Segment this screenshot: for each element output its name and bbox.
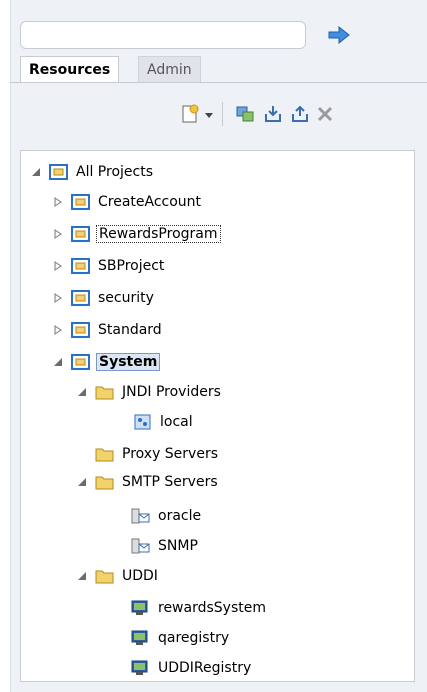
collapse-icon[interactable]: [77, 477, 87, 487]
expand-icon[interactable]: [53, 197, 63, 207]
toolbar-separator: [222, 102, 223, 126]
folder-icon: [95, 386, 114, 400]
tree-label: SBProject: [98, 258, 165, 274]
tree-label: SNMP: [158, 538, 198, 554]
project-tree: All Projects CreateAccount RewardsProgra…: [20, 150, 415, 682]
uddi-registry-icon: [131, 630, 148, 645]
new-icon[interactable]: [180, 104, 200, 124]
tree-node-project[interactable]: security: [53, 285, 156, 311]
folder-icon: [95, 570, 114, 584]
tree-label: CreateAccount: [98, 194, 202, 210]
expand-icon[interactable]: [53, 325, 63, 335]
tree-node-proxy-servers[interactable]: Proxy Servers: [95, 441, 220, 467]
toolbar: [10, 84, 427, 132]
project-folder-icon: [71, 354, 90, 370]
tree-label: local: [160, 414, 193, 430]
project-folder-icon: [71, 226, 90, 242]
tab-resources[interactable]: Resources: [20, 56, 120, 83]
tree-label: Proxy Servers: [122, 446, 219, 462]
delete-icon[interactable]: [315, 104, 335, 124]
tree-label: security: [98, 290, 154, 306]
tree-node-smtp-servers[interactable]: SMTP Servers: [77, 469, 220, 495]
tree-node-project[interactable]: Standard: [53, 317, 164, 343]
tab-admin[interactable]: Admin: [138, 56, 201, 83]
smtp-server-icon: [131, 538, 150, 554]
tree-node-jndi-providers[interactable]: JNDI Providers: [77, 379, 223, 405]
search-input[interactable]: [20, 21, 306, 49]
expand-icon[interactable]: [53, 229, 63, 239]
tree-label: System: [96, 353, 161, 371]
folder-icon: [95, 448, 114, 462]
tree-label: Standard: [98, 322, 162, 338]
refresh-icon[interactable]: [235, 104, 255, 124]
tree-node-uddi-registry[interactable]: qaregistry: [131, 625, 231, 651]
tree-label: SMTP Servers: [122, 474, 218, 490]
tree-node-snmp[interactable]: SNMP: [131, 533, 200, 559]
tree-label: RewardsProgram: [96, 225, 221, 243]
tree-node-project[interactable]: RewardsProgram: [53, 221, 221, 247]
collapse-icon[interactable]: [77, 571, 87, 581]
tree-node-project[interactable]: SBProject: [53, 253, 166, 279]
collapse-icon[interactable]: [77, 387, 87, 397]
export-icon[interactable]: [290, 104, 310, 124]
tree-node-oracle[interactable]: oracle: [131, 503, 203, 529]
tree-label: JNDI Providers: [122, 384, 221, 400]
tree-node-local[interactable]: local: [133, 409, 195, 435]
tree-node-project[interactable]: CreateAccount: [53, 189, 203, 215]
collapse-icon[interactable]: [31, 167, 41, 177]
tree-label: All Projects: [76, 164, 153, 180]
tree-node-system[interactable]: System: [53, 349, 161, 375]
expand-icon[interactable]: [53, 293, 63, 303]
tree-node-all-projects[interactable]: All Projects: [31, 159, 155, 185]
tree-node-uddi[interactable]: UDDI: [77, 563, 160, 589]
uddi-registry-icon: [131, 660, 148, 675]
tree-label: qaregistry: [158, 630, 230, 646]
tree-node-uddi-registry[interactable]: UDDIRegistry: [131, 655, 253, 681]
go-arrow-icon[interactable]: [327, 25, 351, 45]
project-folder-icon: [71, 290, 90, 306]
project-folder-icon: [49, 164, 68, 180]
tree-node-uddi-registry[interactable]: rewardsSystem: [131, 595, 268, 621]
project-folder-icon: [71, 258, 90, 274]
tree-label: UDDIRegistry: [158, 660, 252, 676]
tree-label: rewardsSystem: [158, 600, 266, 616]
project-folder-icon: [71, 322, 90, 338]
import-icon[interactable]: [263, 104, 283, 124]
tab-divider: [10, 82, 427, 83]
smtp-server-icon: [131, 508, 150, 524]
uddi-registry-icon: [131, 600, 148, 615]
dropdown-icon[interactable]: [203, 104, 215, 124]
expand-icon[interactable]: [53, 261, 63, 271]
folder-icon: [95, 476, 114, 490]
collapse-icon[interactable]: [53, 357, 63, 367]
tree-label: oracle: [158, 508, 202, 524]
tree-label: UDDI: [122, 568, 158, 584]
jndi-provider-icon: [134, 414, 151, 430]
project-folder-icon: [71, 194, 90, 210]
